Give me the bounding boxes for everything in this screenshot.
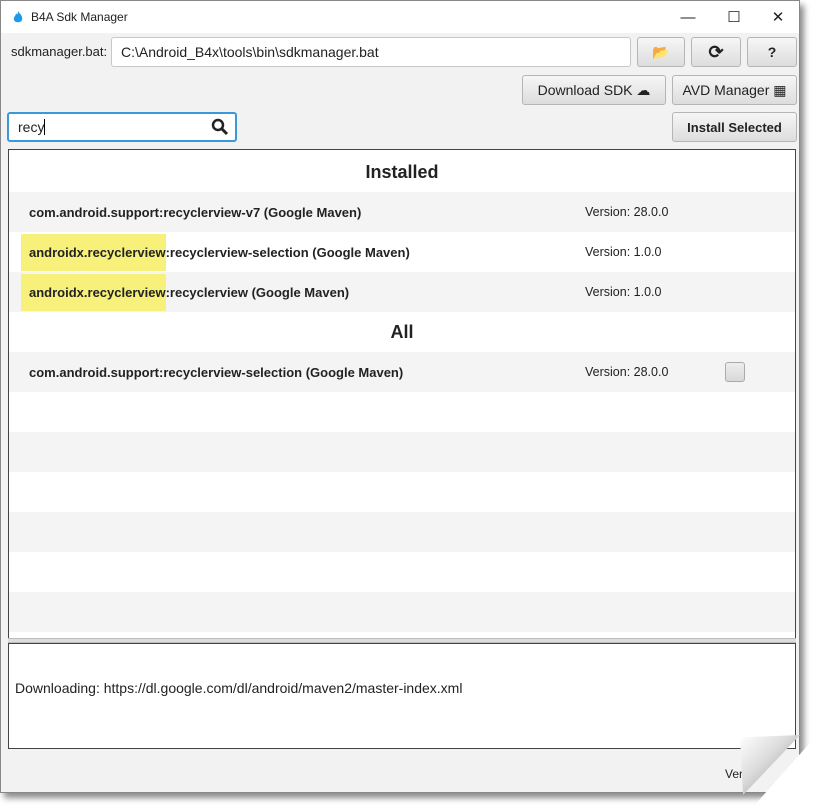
empty-row — [9, 432, 795, 472]
app-flame-icon — [13, 11, 23, 23]
package-checkbox[interactable] — [725, 362, 745, 382]
log-text: Downloading: https://dl.google.com/dl/an… — [15, 680, 463, 696]
package-name: com.android.support:recyclerview-v7 (Goo… — [29, 204, 362, 220]
empty-row — [9, 592, 795, 632]
minimize-button[interactable]: — — [665, 1, 711, 33]
package-row[interactable]: com.android.support:recyclerview-selecti… — [9, 352, 795, 392]
sdk-path-input[interactable]: C:\Android_B4x\tools\bin\sdkmanager.bat — [111, 37, 631, 67]
package-version: Version: 1.0.0 — [585, 245, 662, 259]
package-name: com.android.support:recyclerview-selecti… — [29, 364, 404, 380]
empty-row — [9, 392, 795, 432]
title-bar: B4A Sdk Manager — ☐ ✕ — [1, 1, 799, 33]
sdk-manager-window: B4A Sdk Manager — ☐ ✕ sdkmanager.bat: C:… — [0, 0, 800, 793]
package-row[interactable]: androidx.recyclerview:recyclerview (Goog… — [9, 272, 795, 312]
install-selected-button[interactable]: Install Selected — [672, 112, 797, 142]
search-highlight: androidx.recyclerview — [21, 273, 166, 311]
search-input[interactable]: recy — [7, 112, 237, 142]
package-row[interactable]: com.android.support:recyclerview-v7 (Goo… — [9, 192, 795, 232]
package-name: :recyclerview-selection (Google Maven) — [165, 244, 410, 260]
download-sdk-label: Download SDK — [537, 82, 633, 98]
search-icon[interactable] — [211, 118, 229, 136]
package-list: Installed com.android.support:recyclervi… — [8, 149, 796, 639]
calculator-icon: ▦ — [773, 81, 787, 98]
section-header-all: All — [390, 321, 414, 342]
package-version: Version: 28.0.0 — [585, 205, 669, 219]
window-title: B4A Sdk Manager — [31, 10, 128, 24]
search-value: recy — [18, 119, 45, 135]
help-button[interactable]: ? — [747, 37, 797, 67]
close-button[interactable]: ✕ — [755, 1, 801, 33]
maximize-button[interactable]: ☐ — [711, 1, 757, 33]
avd-manager-label: AVD Manager — [682, 82, 770, 98]
install-selected-label: Install Selected — [687, 119, 782, 135]
open-folder-button[interactable]: 📂 — [637, 37, 685, 67]
sdk-path-label: sdkmanager.bat: — [11, 44, 108, 59]
download-sdk-button[interactable]: Download SDK ☁ — [522, 75, 666, 105]
package-name: :recyclerview (Google Maven) — [165, 284, 350, 300]
package-row[interactable]: androidx.recyclerview:recyclerview-selec… — [9, 232, 795, 272]
refresh-button[interactable]: ⟳ — [691, 37, 741, 67]
log-area: Downloading: https://dl.google.com/dl/an… — [8, 643, 796, 749]
search-highlight: androidx.recyclerview — [21, 233, 166, 271]
section-header-installed: Installed — [365, 161, 439, 182]
empty-row — [9, 512, 795, 552]
folder-open-icon: 📂 — [652, 43, 670, 60]
text-cursor — [44, 119, 46, 135]
package-version: Version: 1.0.0 — [585, 285, 662, 299]
help-label: ? — [767, 44, 777, 60]
empty-row — [9, 472, 795, 512]
refresh-icon: ⟳ — [708, 41, 724, 62]
package-version: Version: 28.0.0 — [585, 365, 669, 379]
empty-row — [9, 552, 795, 592]
cloud-download-icon: ☁ — [636, 81, 651, 98]
avd-manager-button[interactable]: AVD Manager ▦ — [672, 75, 797, 105]
